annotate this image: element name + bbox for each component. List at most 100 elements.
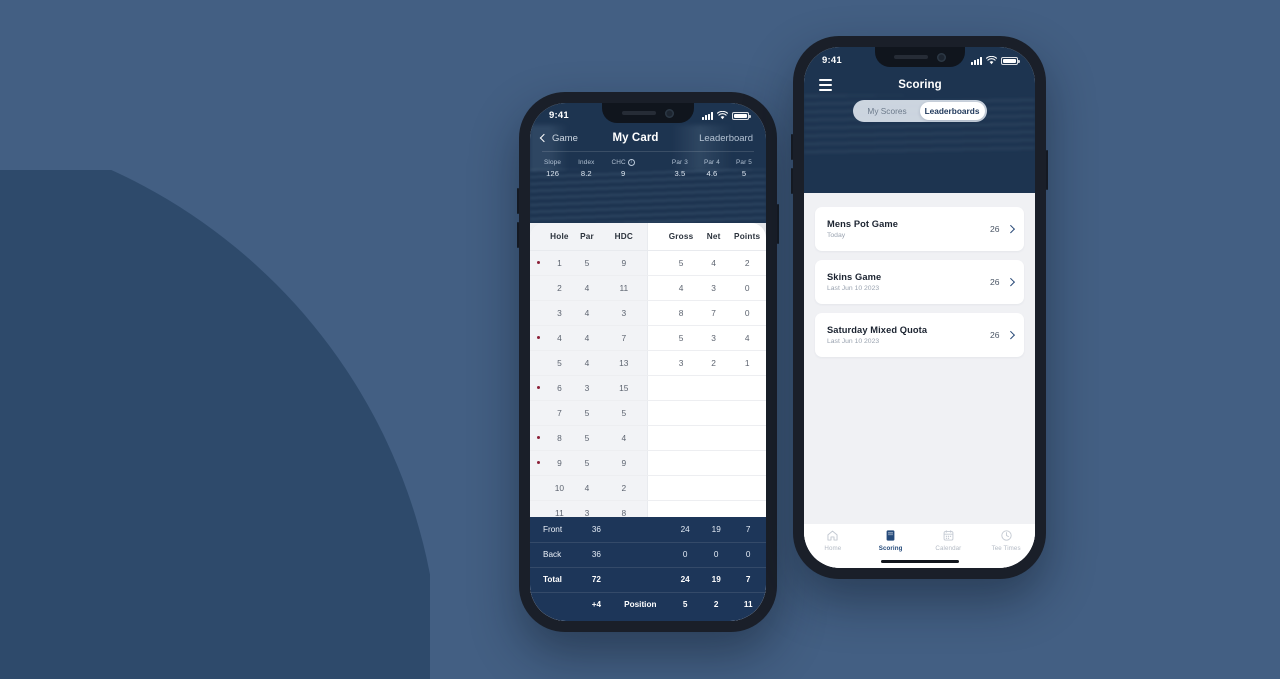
cell-points: 0 — [744, 307, 750, 318]
cell-net — [699, 475, 728, 500]
scorecard-row[interactable]: 2 4 11 4 3 0 — [530, 275, 766, 300]
card-list: Mens Pot Game Today 26 Skins Game Last Jun 1… — [815, 207, 1024, 357]
scorecard-sheet: Hole Par HDC Gross Net Points 1 5 9 5 4 2 2 4 11… — [530, 223, 766, 621]
scorecard-row[interactable]: 6 3 15 — [530, 375, 766, 400]
scorecard-body: 1 5 9 5 4 2 2 4 11 4 3 0 3 4 3 8 7 0 4 4 7 5 3 4 5 4 13 3 2 1 6 3 15 7 5 5 8… — [530, 250, 766, 517]
card-value: 26 — [989, 277, 1000, 287]
calendar-icon — [943, 530, 954, 541]
power-button-right[interactable] — [1046, 150, 1048, 190]
volume-down-button[interactable] — [517, 222, 519, 248]
totals-mid: Position — [612, 591, 669, 617]
totals-gross: 24 — [668, 566, 703, 592]
totals-gross: 24 — [680, 524, 690, 534]
cell-hole: 9 — [557, 457, 562, 468]
chevron-right-icon[interactable] — [1006, 278, 1015, 286]
card-subtitle: Today — [827, 231, 846, 239]
cell-hdc: 9 — [621, 257, 627, 268]
power-button[interactable] — [777, 204, 779, 244]
scorecard-row[interactable]: 8 5 4 — [530, 425, 766, 450]
cell-points — [728, 425, 766, 450]
cell-net: 3 — [711, 282, 716, 293]
stat-par3: Par 3 3.5 — [672, 159, 688, 178]
scorecard-row[interactable]: 10 4 2 — [530, 475, 766, 500]
col-hole-header: Hole — [550, 231, 569, 241]
chevron-right-icon[interactable] — [1006, 331, 1015, 339]
segmented-control[interactable]: My Scores Leaderboards — [852, 100, 987, 122]
scorecard-row[interactable]: 9 5 9 — [530, 450, 766, 475]
row-marker — [530, 325, 547, 350]
chevron-right-icon[interactable] — [1006, 225, 1015, 233]
cell-spacer — [646, 425, 663, 450]
scorecard-row[interactable]: 7 5 5 — [530, 400, 766, 425]
cell-hdc: 13 — [619, 357, 629, 368]
hole-marker-dot — [536, 460, 540, 465]
front-camera — [665, 108, 674, 118]
cell-hdc: 2 — [621, 482, 627, 493]
scorecard-scroll-area[interactable]: Hole Par HDC Gross Net Points 1 5 9 5 4 2 2 4 11… — [530, 223, 766, 517]
info-icon[interactable]: i — [627, 159, 635, 166]
scorecard-row[interactable]: 5 4 13 3 2 1 — [530, 350, 766, 375]
totals-body: Front 36 24 19 7 Back 36 0 0 0 Total 72 24 19 7 +4 Posit… — [530, 517, 766, 617]
stat-slope-label: Slope — [544, 159, 562, 166]
totals-label: Back — [530, 541, 581, 567]
scorecard-totals: Front 36 24 19 7 Back 36 0 0 0 Total 72 24 19 7 +4 Posit… — [530, 517, 766, 621]
tab-scoring-label: Scoring — [878, 545, 903, 552]
row-marker — [530, 250, 547, 275]
scorecard-row[interactable]: 11 3 8 — [530, 500, 766, 517]
cell-hdc: 3 — [621, 307, 627, 318]
leaderboard-card[interactable]: Saturday Mixed Quota Last Jun 10 2023 26 — [815, 313, 1024, 357]
scorecard-row[interactable]: 3 4 3 8 7 0 — [530, 300, 766, 325]
cellular-signal-icon-right — [971, 56, 982, 65]
cell-par: 4 — [584, 482, 590, 493]
stat-par4-label: Par 4 — [703, 159, 720, 166]
stat-slope-value: 126 — [546, 168, 560, 178]
cell-spacer — [646, 350, 663, 375]
cell-hole: 1 — [557, 257, 562, 268]
wifi-icon — [717, 111, 728, 120]
tab-tee-times[interactable]: Tee Times — [977, 529, 1035, 552]
row-marker — [530, 350, 547, 375]
stat-par4: Par 4 4.6 — [704, 159, 720, 178]
scorecard-row[interactable]: 4 4 7 5 3 4 — [530, 325, 766, 350]
row-marker — [530, 475, 547, 500]
col-gross-header: Gross — [668, 231, 694, 241]
tab-scoring[interactable]: Scoring — [862, 529, 920, 552]
cell-points — [728, 375, 766, 400]
stat-chc-label: CHC — [611, 159, 626, 166]
cell-net: 4 — [711, 257, 716, 268]
tab-home[interactable]: Home — [804, 529, 862, 552]
cell-net: 2 — [711, 357, 716, 368]
cell-gross: 5 — [678, 257, 684, 268]
cell-hole: 11 — [555, 507, 564, 517]
cell-spacer — [646, 375, 663, 400]
leaderboard-card[interactable]: Skins Game Last Jun 10 2023 26 — [815, 260, 1024, 304]
cell-hole: 4 — [557, 332, 562, 343]
tab-calendar[interactable]: Calendar — [920, 529, 978, 552]
cell-gross: 3 — [678, 357, 684, 368]
leaderboards-list: Mens Pot Game Today 26 Skins Game Last Jun 1… — [804, 193, 1035, 568]
cell-spacer — [646, 275, 663, 300]
col-points-header: Points — [734, 231, 761, 241]
card-title: Skins Game — [827, 272, 882, 283]
totals-par: 36 — [591, 524, 601, 534]
chevron-left-icon — [539, 133, 549, 143]
volume-down-button-right[interactable] — [791, 168, 793, 194]
segment-my-scores[interactable]: My Scores — [855, 102, 920, 120]
cell-net: 7 — [711, 307, 716, 318]
tab-calendar-label: Calendar — [935, 545, 962, 552]
segment-leaderboards[interactable]: Leaderboards — [919, 102, 985, 120]
leaderboard-tab[interactable]: Leaderboard — [699, 133, 753, 144]
cell-net — [699, 500, 728, 517]
totals-gross: 5 — [668, 591, 703, 617]
leaderboard-card[interactable]: Mens Pot Game Today 26 — [815, 207, 1024, 251]
volume-up-button[interactable] — [517, 188, 519, 214]
volume-up-button-right[interactable] — [791, 134, 793, 160]
phone-right-device: 9:41 Scoring My Scores Leaderboards Mens… — [791, 36, 1048, 579]
scorecard-row[interactable]: 1 5 9 5 4 2 — [530, 250, 766, 275]
cell-gross: 4 — [678, 282, 684, 293]
totals-table: Front 36 24 19 7 Back 36 0 0 0 Total 72 24 19 7 +4 Posit… — [530, 517, 766, 617]
cell-hdc: 8 — [621, 507, 627, 517]
cell-par: 5 — [584, 407, 590, 418]
stat-par5-label: Par 5 — [735, 159, 752, 166]
cell-points: 1 — [744, 357, 750, 368]
